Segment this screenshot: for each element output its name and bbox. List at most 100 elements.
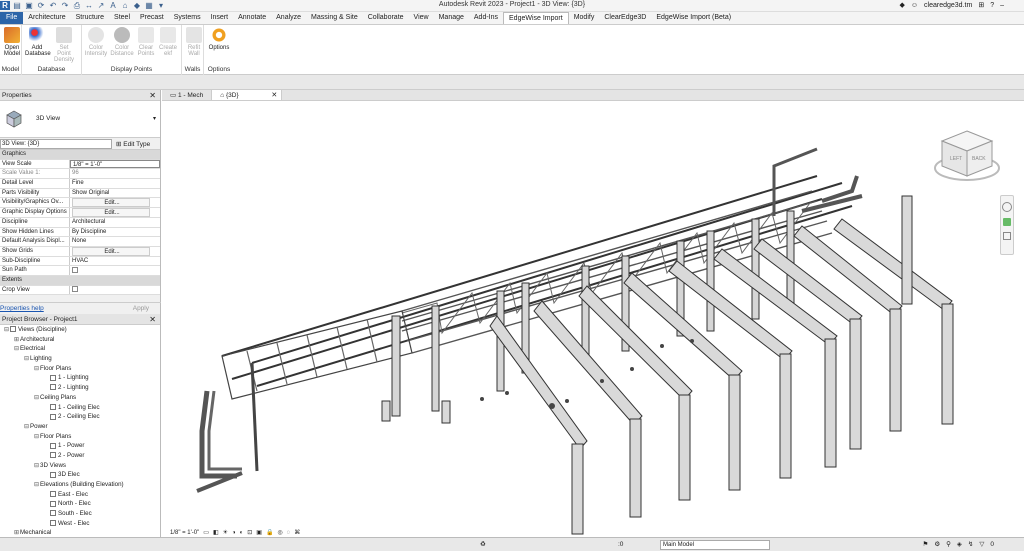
tab-analyze[interactable]: Analyze (271, 12, 306, 24)
apply-button[interactable]: Apply (133, 305, 149, 312)
tab-structure[interactable]: Structure (71, 12, 109, 24)
edit-type-button[interactable]: ⊞ Edit Type (116, 140, 150, 148)
close-icon[interactable]: ✕ (149, 90, 156, 101)
edit-button[interactable]: Edit... (72, 246, 150, 256)
pan-icon[interactable] (1003, 232, 1011, 240)
user-name[interactable]: clearedge3d.tm (924, 2, 972, 9)
property-value[interactable]: None (70, 237, 160, 246)
browser-node[interactable]: 1 - Ceiling Elec (0, 403, 160, 413)
shadows-icon[interactable]: ◑ (232, 530, 236, 536)
tab-insert[interactable]: Insert (206, 12, 234, 24)
property-checkbox[interactable] (70, 266, 160, 275)
tab-add-ins[interactable]: Add-Ins (469, 12, 503, 24)
property-value[interactable]: 1/8" = 1'-0" (70, 159, 160, 169)
browser-node[interactable]: 1 - Power (0, 441, 160, 451)
options-button[interactable]: Options (207, 27, 231, 51)
design-option-select[interactable]: Main Model (660, 540, 770, 550)
view-tab[interactable]: ⌂ {3D} ✕ (212, 90, 283, 101)
sun-path-icon[interactable]: ☀ (223, 529, 228, 536)
browser-node[interactable]: 2 - Power (0, 451, 160, 461)
browser-node[interactable]: ⊟Power (0, 422, 160, 432)
property-value[interactable]: By Discipline (70, 228, 160, 237)
browser-node[interactable]: South - Elec (0, 509, 160, 519)
render-icon[interactable]: ◐ (240, 530, 244, 536)
tab-massing-site[interactable]: Massing & Site (306, 12, 363, 24)
properties-help-link[interactable]: Properties help (0, 305, 44, 312)
refit-wall-button[interactable]: Refit Wall (182, 27, 206, 57)
browser-node[interactable]: West - Elec (0, 519, 160, 529)
tab-modify[interactable]: Modify (569, 12, 600, 24)
type-selector[interactable]: 3D View ▾ (0, 101, 160, 138)
tab-clearedge3d[interactable]: ClearEdge3D (599, 12, 651, 24)
browser-node[interactable]: ⊟Lighting (0, 354, 160, 364)
property-category[interactable]: Extents (0, 275, 160, 286)
selection-links-icon[interactable]: ⚑ (923, 540, 929, 548)
chevron-down-icon[interactable]: ▾ (153, 115, 156, 122)
property-value[interactable]: Show Original (70, 189, 160, 198)
close-icon[interactable]: ✕ (149, 314, 156, 325)
workset-icon[interactable]: ♻ (480, 540, 486, 548)
browser-node[interactable]: North - Elec (0, 499, 160, 509)
close-icon[interactable]: ✕ (271, 90, 277, 101)
checkbox[interactable] (72, 266, 78, 273)
temp-hide-icon[interactable]: ◎ (277, 529, 282, 536)
analytical-model-icon[interactable]: ⌘ (294, 529, 300, 536)
drag-on-select-icon[interactable]: ↯ (968, 540, 973, 548)
search-icon[interactable]: ◆ (900, 1, 905, 9)
browser-node[interactable]: ⊞Mechanical (0, 528, 160, 537)
browser-node[interactable]: 3D Elec (0, 470, 160, 480)
property-value[interactable]: Architectural (70, 218, 160, 227)
add-database-button[interactable]: Add Database (25, 27, 51, 57)
tab-systems[interactable]: Systems (169, 12, 206, 24)
tab-collaborate[interactable]: Collaborate (363, 12, 409, 24)
color-intensity-button[interactable]: Color Intensity (84, 27, 108, 57)
cart-icon[interactable]: ⊞ (978, 1, 984, 9)
tab-edgewise-import-beta-[interactable]: EdgeWise Import (Beta) (651, 12, 736, 24)
user-icon[interactable]: ☺ (911, 2, 918, 9)
property-category[interactable]: Graphics (0, 150, 160, 160)
edit-button[interactable]: Edit... (72, 198, 150, 208)
color-distance-button[interactable]: Color Distance (110, 27, 134, 57)
tab-annotate[interactable]: Annotate (233, 12, 271, 24)
tab-manage[interactable]: Manage (434, 12, 469, 24)
view-tab[interactable]: ▭ 1 - Mech (162, 90, 213, 100)
property-value[interactable]: Fine (70, 179, 160, 188)
filter-icon[interactable]: ▽ (979, 540, 984, 548)
select-underlay-icon[interactable]: ⚙ (934, 540, 940, 548)
set-point-density-button[interactable]: Set Point Density (52, 27, 76, 63)
create-ekf-button[interactable]: Create ekf (156, 27, 180, 57)
browser-node[interactable]: ⊞Architectural (0, 335, 160, 345)
browser-node[interactable]: ⊟3D Views (0, 461, 160, 471)
clear-points-button[interactable]: Clear Points (134, 27, 158, 57)
select-by-face-icon[interactable]: ◈ (957, 540, 962, 548)
browser-node[interactable]: ⊟Floor Plans (0, 432, 160, 442)
browser-node[interactable]: 2 - Lighting (0, 383, 160, 393)
tab-precast[interactable]: Precast (135, 12, 169, 24)
edit-button[interactable]: Edit... (72, 208, 150, 217)
crop-view-icon[interactable]: ⊡ (247, 529, 252, 536)
show-crop-icon[interactable]: ▣ (256, 529, 262, 536)
tab-architecture[interactable]: Architecture (23, 12, 70, 24)
browser-node[interactable]: 2 - Ceiling Elec (0, 412, 160, 422)
browser-node[interactable]: ⊟ Views (Discipline) (0, 325, 160, 335)
full-navigation-wheel-icon[interactable] (1002, 202, 1012, 212)
tab-steel[interactable]: Steel (109, 12, 135, 24)
3d-model-canvas[interactable] (162, 101, 1024, 537)
browser-node[interactable]: East - Elec (0, 490, 160, 500)
select-pinned-icon[interactable]: ⚲ (946, 540, 951, 548)
checkbox[interactable] (72, 286, 78, 293)
visual-style-icon[interactable]: ◧ (213, 529, 219, 536)
detail-level-icon[interactable]: ▭ (203, 529, 209, 536)
view-scale[interactable]: 1/8" = 1'-0" (170, 530, 199, 536)
browser-node[interactable]: ⊟Electrical (0, 344, 160, 354)
browser-node[interactable]: ⊟Elevations (Building Elevation) (0, 480, 160, 490)
help-icon[interactable]: ? (990, 2, 994, 9)
browser-node[interactable]: ⊟Ceiling Plans (0, 393, 160, 403)
reveal-hidden-icon[interactable]: ◌ (287, 530, 291, 536)
browser-node[interactable]: 1 - Lighting (0, 373, 160, 383)
property-value[interactable]: HVAC (70, 257, 160, 266)
browser-node[interactable]: ⊟Floor Plans (0, 364, 160, 374)
tab-file[interactable]: File (0, 12, 24, 24)
drawing-area[interactable]: ▭ 1 - Mech ⌂ {3D} ✕ LEFT BACK (162, 90, 1024, 537)
property-checkbox[interactable] (70, 286, 160, 295)
